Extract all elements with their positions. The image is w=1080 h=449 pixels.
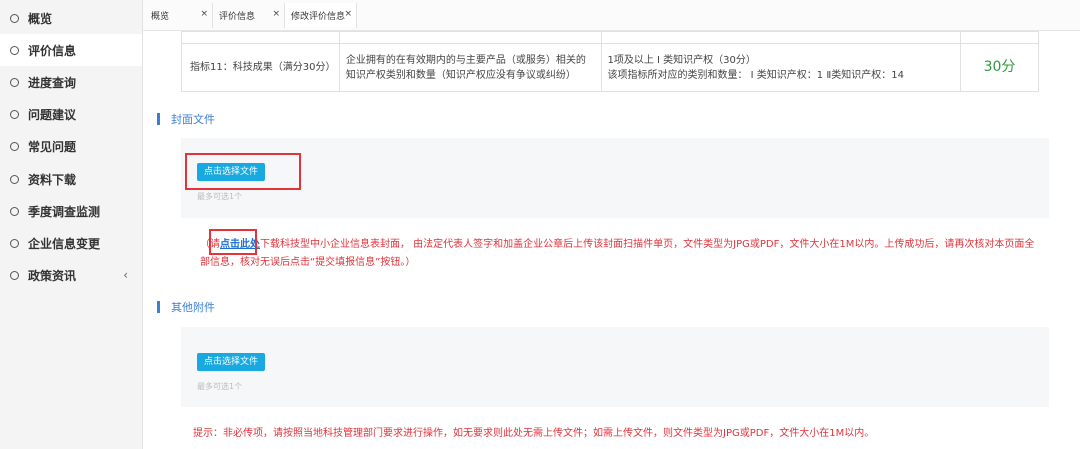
sidebar-item-label: 资料下载 [28,172,77,187]
indicator-description: 企业拥有的在有效期内的与主要产品（或服务）相关的知识产权类别和数量（知识产权应没… [338,43,602,92]
sidebar-item-feedback[interactable]: 问题建议 [0,98,142,130]
table-row [181,31,1039,44]
indicator-rule: 1项及以上 Ⅰ 类知识产权（30分） 该项指标所对应的类别和数量： Ⅰ 类知识产… [600,43,962,92]
tab-edit-evaluation-info[interactable]: 修改评价信息 × [285,3,357,28]
circle-icon [10,174,19,184]
tab-evaluation-info[interactable]: 评价信息 × [213,3,285,28]
note-text: 下载科技型中小企业信息表封面， 由法定代表人签字和加盖企业公章后上传该封面扫描件… [260,239,1035,250]
section-marker [157,113,160,125]
sidebar-item-label: 政策资讯 [28,268,77,283]
section-title-text: 其他附件 [171,301,215,314]
chevron-left-icon[interactable]: ‹ [123,268,128,282]
sidebar-item-policy-news[interactable]: 政策资讯 ‹ [0,259,142,291]
sidebar-item-label: 常见问题 [28,139,77,154]
section-marker [157,301,160,313]
circle-icon [10,270,19,280]
sidebar-item-downloads[interactable]: 资料下载 [0,163,142,195]
tab-overview[interactable]: 概览 × [145,3,213,28]
sidebar-item-label: 进度查询 [28,75,77,90]
indicator-score: 30分 [960,43,1039,92]
sidebar-item-company-info-change[interactable]: 企业信息变更 [0,227,142,259]
sidebar-item-label: 评价信息 [28,43,77,58]
tab-label: 概览 [151,12,170,22]
circle-icon [10,77,19,87]
tab-bar: 概览 × 评价信息 × 修改评价信息 × [143,0,1080,31]
rule-line: 该项指标所对应的类别和数量： Ⅰ 类知识产权：1 Ⅱ类知识产权：14 [607,69,905,81]
circle-icon [10,13,19,23]
sidebar-item-quarterly-survey[interactable]: 季度调查监测 [0,195,142,227]
highlight-box [185,153,301,190]
sidebar-item-overview[interactable]: 概览 [0,2,142,34]
circle-icon [10,141,19,151]
section-title-text: 封面文件 [171,113,215,126]
sidebar-item-label: 季度调查监测 [28,204,101,219]
sidebar-item-evaluation-info[interactable]: 评价信息 [0,34,142,66]
indicator-table: 指标11：科技成果（满分30分） 企业拥有的在有效期内的与主要产品（或服务）相关… [181,31,1039,92]
highlight-box [209,229,257,255]
cover-file-limit: 最多可选1个 [197,192,243,201]
other-upload-box: 点击选择文件 最多可选1个 [181,327,1049,407]
close-icon[interactable]: × [272,9,280,19]
close-icon[interactable]: × [344,9,352,19]
other-file-limit: 最多可选1个 [197,382,243,391]
table-row: 指标11：科技成果（满分30分） 企业拥有的在有效期内的与主要产品（或服务）相关… [181,43,1039,92]
other-choose-file-button[interactable]: 点击选择文件 [197,353,266,371]
sidebar-item-progress-query[interactable]: 进度查询 [0,66,142,98]
cover-note-line: 部信息，核对无误后点击“提交填报信息”按钮。） [200,257,416,268]
sidebar-item-faq[interactable]: 常见问题 [0,130,142,162]
circle-icon [10,206,19,216]
indicator-name: 指标11：科技成果（满分30分） [181,43,340,92]
tab-label: 评价信息 [219,12,256,22]
circle-icon [10,238,19,248]
cover-instructions: （请点击此处下载科技型中小企业信息表封面， 由法定代表人签字和加盖企业公章后上传… [200,236,1040,272]
circle-icon [10,45,19,55]
sidebar-item-label: 概览 [28,11,53,26]
circle-icon [10,109,19,119]
other-instructions: 提示：非必传项，请按照当地科技管理部门要求进行操作，如无要求则此处无需上传文件；… [193,428,875,439]
cover-note-line: （请点击此处下载科技型中小企业信息表封面， 由法定代表人签字和加盖企业公章后上传… [200,236,1040,254]
main-content: 指标11：科技成果（满分30分） 企业拥有的在有效期内的与主要产品（或服务）相关… [143,31,1080,449]
rule-line: 1项及以上 Ⅰ 类知识产权（30分） [607,54,756,66]
close-icon[interactable]: × [200,9,208,19]
cover-file-section-title: 封面文件 [157,111,215,127]
sidebar-item-label: 问题建议 [28,107,77,122]
cover-upload-box: 点击选择文件 最多可选1个 [181,138,1049,218]
tab-label: 修改评价信息 [291,12,346,22]
sidebar: 概览 评价信息 进度查询 问题建议 常见问题 资料下载 季度调查监测 企业信息变… [0,0,143,449]
other-attachments-section-title: 其他附件 [157,299,215,315]
sidebar-item-label: 企业信息变更 [28,236,101,251]
